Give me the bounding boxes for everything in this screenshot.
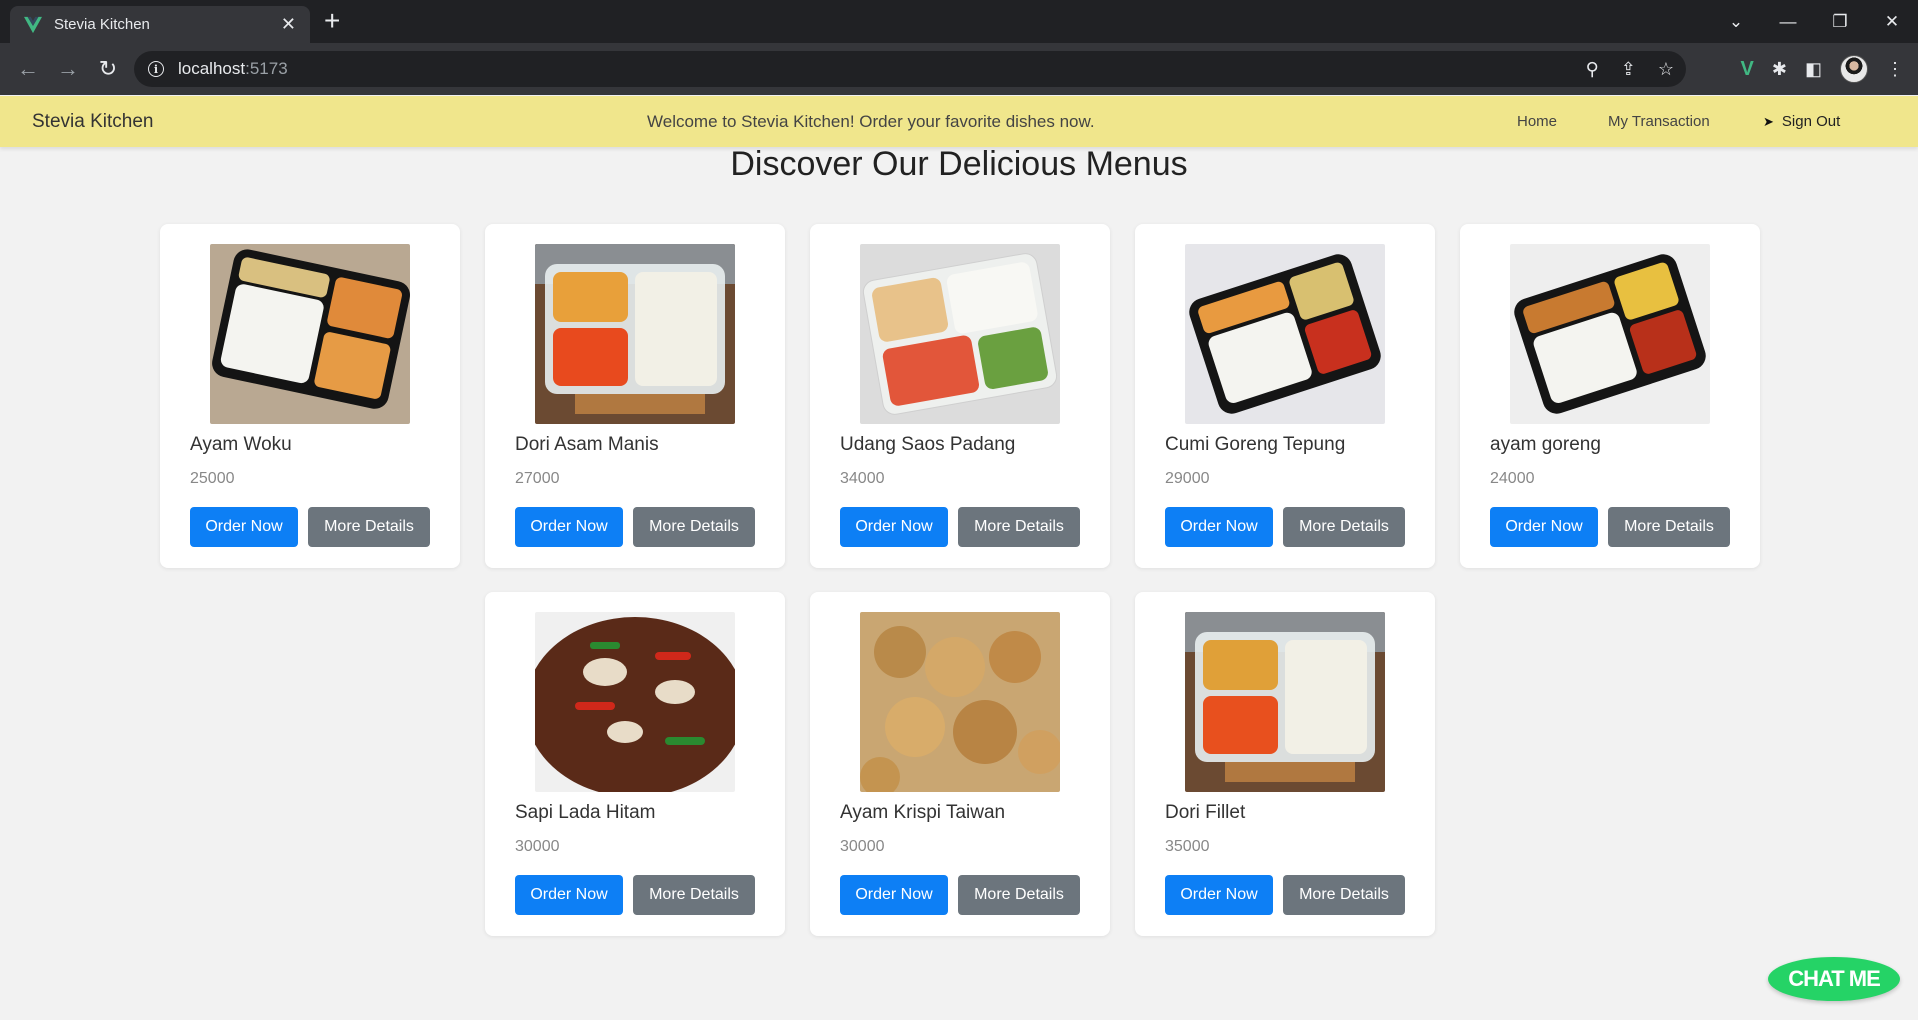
restore-icon[interactable]: ❐ (1814, 12, 1866, 32)
menu-price: 34000 (840, 470, 885, 487)
order-now-button[interactable]: Order Now (840, 507, 948, 547)
vue-favicon-icon (24, 16, 42, 33)
browser-menu-icon[interactable]: ⋮ (1886, 59, 1904, 80)
order-now-button[interactable]: Order Now (1490, 507, 1598, 547)
menu-card: Cumi Goreng Tepung 29000 Order Now More … (1135, 224, 1435, 568)
order-now-button[interactable]: Order Now (515, 507, 623, 547)
forward-icon[interactable]: → (48, 56, 88, 82)
menu-price: 29000 (1165, 470, 1210, 487)
extensions-puzzle-icon[interactable]: ✱ (1772, 59, 1787, 80)
menu-name: Dori Asam Manis (515, 434, 659, 455)
menu-image (210, 244, 410, 424)
menu-name: Ayam Woku (190, 434, 292, 455)
window-controls: ⌄ — ❐ ✕ (1710, 0, 1918, 43)
url-text: localhost:5173 (178, 59, 288, 78)
menu-name: Cumi Goreng Tepung (1165, 434, 1346, 455)
browser-toolbar: ← → ↻ i localhost:5173 ⚲ ⇪ ☆ V ✱ ◧ ⋮ (0, 43, 1918, 95)
page-title: Discover Our Delicious Menus (730, 145, 1188, 183)
menu-card: Dori Asam Manis 27000 Order Now More Det… (485, 224, 785, 568)
menu-name: Sapi Lada Hitam (515, 802, 656, 823)
new-tab-icon[interactable]: + (324, 7, 340, 35)
zoom-icon[interactable]: ⚲ (1586, 59, 1599, 80)
profile-avatar[interactable] (1840, 55, 1868, 83)
menu-image (1185, 244, 1385, 424)
more-details-button[interactable]: More Details (1608, 507, 1730, 547)
bookmark-star-icon[interactable]: ☆ (1658, 59, 1674, 80)
menu-card: Udang Saos Padang 34000 Order Now More D… (810, 224, 1110, 568)
order-now-button[interactable]: Order Now (515, 875, 623, 915)
order-now-button[interactable]: Order Now (190, 507, 298, 547)
app-navbar: Stevia Kitchen Welcome to Stevia Kitchen… (0, 96, 1918, 147)
more-details-button[interactable]: More Details (1283, 507, 1405, 547)
menu-name: ayam goreng (1490, 434, 1601, 455)
sign-out-link[interactable]: ➤ Sign Out (1763, 113, 1840, 130)
more-details-button[interactable]: More Details (1283, 875, 1405, 915)
menu-image (1185, 612, 1385, 792)
menu-name: Udang Saos Padang (840, 434, 1016, 455)
more-details-button[interactable]: More Details (633, 507, 755, 547)
order-now-button[interactable]: Order Now (1165, 875, 1273, 915)
menu-image (535, 244, 735, 424)
menu-price: 30000 (515, 838, 560, 855)
menu-name: Dori Fillet (1165, 802, 1246, 823)
menu-image (535, 612, 735, 792)
more-details-button[interactable]: More Details (308, 507, 430, 547)
minimize-icon[interactable]: — (1762, 12, 1814, 32)
nav-transaction-link[interactable]: My Transaction (1608, 113, 1710, 130)
browser-tabbar: Stevia Kitchen ✕ + ⌄ — ❐ ✕ (0, 0, 1918, 43)
tab-search-icon[interactable]: ⌄ (1710, 12, 1762, 32)
menu-image (1510, 244, 1710, 424)
menu-name: Ayam Krispi Taiwan (840, 802, 1006, 823)
more-details-button[interactable]: More Details (958, 507, 1080, 547)
menu-price: 30000 (840, 838, 885, 855)
more-details-button[interactable]: More Details (633, 875, 755, 915)
vue-devtools-icon[interactable]: V (1741, 58, 1754, 81)
menu-price: 24000 (1490, 470, 1535, 487)
browser-tab[interactable]: Stevia Kitchen ✕ (10, 6, 310, 43)
menu-card: ayam goreng 24000 Order Now More Details (1460, 224, 1760, 568)
more-details-button[interactable]: More Details (958, 875, 1080, 915)
menu-price: 27000 (515, 470, 560, 487)
site-info-icon[interactable]: i (148, 61, 164, 77)
sign-out-icon: ➤ (1763, 113, 1774, 129)
menu-card: Dori Fillet 35000 Order Now More Details (1135, 592, 1435, 936)
menu-price: 35000 (1165, 838, 1210, 855)
menu-image (860, 612, 1060, 792)
menu-price: 25000 (190, 470, 235, 487)
menu-card: Sapi Lada Hitam 30000 Order Now More Det… (485, 592, 785, 936)
welcome-message: Welcome to Stevia Kitchen! Order your fa… (647, 111, 1095, 131)
share-icon[interactable]: ⇪ (1621, 59, 1636, 80)
tab-title: Stevia Kitchen (54, 16, 150, 33)
order-now-button[interactable]: Order Now (1165, 507, 1273, 547)
nav-home-link[interactable]: Home (1517, 113, 1557, 130)
menu-card: Ayam Krispi Taiwan 30000 Order Now More … (810, 592, 1110, 936)
reload-icon[interactable]: ↻ (88, 56, 128, 82)
menu-image (860, 244, 1060, 424)
whatsapp-chat-button[interactable]: CHAT ME (1768, 957, 1900, 1001)
back-icon[interactable]: ← (8, 56, 48, 82)
sign-out-label: Sign Out (1781, 113, 1841, 130)
tab-close-icon[interactable]: ✕ (281, 14, 296, 35)
order-now-button[interactable]: Order Now (840, 875, 948, 915)
side-panel-icon[interactable]: ◧ (1805, 59, 1822, 80)
brand-link[interactable]: Stevia Kitchen (32, 111, 153, 133)
close-window-icon[interactable]: ✕ (1866, 12, 1918, 32)
address-bar[interactable]: i localhost:5173 ⚲ ⇪ ☆ (134, 51, 1686, 87)
menu-card: Ayam Woku 25000 Order Now More Details (160, 224, 460, 568)
